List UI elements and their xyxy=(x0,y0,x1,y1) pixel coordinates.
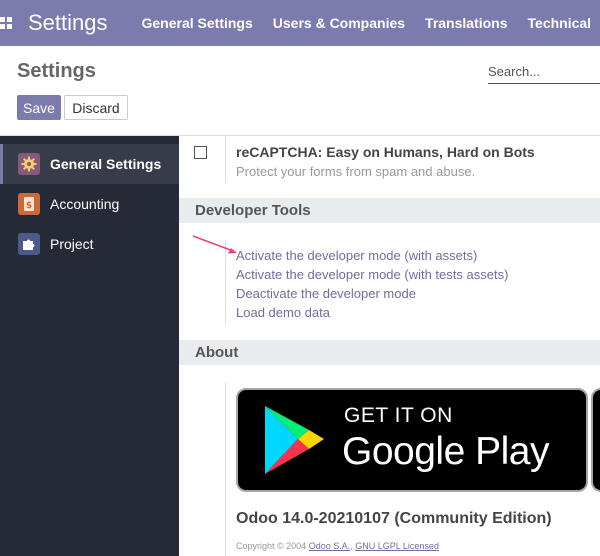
sidebar-item-project[interactable]: Project xyxy=(0,224,179,264)
annotation-arrow-icon xyxy=(192,235,237,254)
sidebar-item-accounting[interactable]: $ Accounting xyxy=(0,184,179,224)
svg-text:$: $ xyxy=(26,201,32,211)
menu-general-settings[interactable]: General Settings xyxy=(142,15,253,31)
recaptcha-description: Protect your forms from spam and abuse. xyxy=(236,164,476,179)
app-store-badge[interactable] xyxy=(591,388,600,492)
search-input[interactable] xyxy=(488,60,600,82)
menu-users-companies[interactable]: Users & Companies xyxy=(273,15,405,31)
search-box xyxy=(488,60,600,84)
puzzle-icon xyxy=(18,233,40,255)
setting-divider xyxy=(225,136,226,183)
sidebar-item-label: General Settings xyxy=(50,156,162,172)
control-panel: Settings Save Discard xyxy=(0,46,600,136)
sidebar-item-label: Project xyxy=(50,236,94,252)
apps-grid-icon[interactable] xyxy=(0,0,12,46)
gear-icon xyxy=(18,153,40,175)
google-play-logo-icon xyxy=(265,406,324,474)
license-link[interactable]: GNU LGPL Licensed xyxy=(355,541,439,551)
copyright-prefix: Copyright © 2004 xyxy=(236,541,307,551)
developer-tools-header: Developer Tools xyxy=(179,198,600,223)
version-text: Odoo 14.0-20210107 (Community Edition) xyxy=(236,510,552,527)
badge-get-it-on: GET IT ON xyxy=(344,404,453,427)
sidebar-item-label: Accounting xyxy=(50,196,120,212)
recaptcha-checkbox[interactable] xyxy=(194,146,207,159)
sidebar-item-general-settings[interactable]: General Settings xyxy=(0,144,179,184)
deactivate-dev-mode-link[interactable]: Deactivate the developer mode xyxy=(236,286,416,301)
copyright-text: Copyright © 2004 Odoo S.A., GNU LGPL Lic… xyxy=(236,541,439,551)
top-navbar: Settings General Settings Users & Compan… xyxy=(0,0,600,46)
save-button[interactable]: Save xyxy=(17,95,61,120)
accounting-icon: $ xyxy=(18,193,40,215)
settings-sidebar: General Settings $ Accounting Project xyxy=(0,136,179,556)
page-title: Settings xyxy=(17,60,96,82)
menu-translations[interactable]: Translations xyxy=(425,15,507,31)
company-link[interactable]: Odoo S.A. xyxy=(309,541,351,551)
setting-divider xyxy=(225,382,226,556)
about-header: About xyxy=(179,340,600,365)
activate-dev-mode-assets-link[interactable]: Activate the developer mode (with assets… xyxy=(236,248,477,263)
load-demo-data-link[interactable]: Load demo data xyxy=(236,305,330,320)
navbar-brand[interactable]: Settings xyxy=(28,10,108,36)
menu-technical[interactable]: Technical xyxy=(528,15,592,31)
google-play-badge[interactable]: GET IT ON Google Play xyxy=(236,388,588,492)
badge-google-play: Google Play xyxy=(342,430,549,473)
comma-separator: , xyxy=(350,541,353,551)
recaptcha-title: reCAPTCHA: Easy on Humans, Hard on Bots xyxy=(236,144,535,160)
settings-content: reCAPTCHA: Easy on Humans, Hard on Bots … xyxy=(179,136,600,556)
activate-dev-mode-tests-link[interactable]: Activate the developer mode (with tests … xyxy=(236,267,508,282)
discard-button[interactable]: Discard xyxy=(64,95,128,120)
